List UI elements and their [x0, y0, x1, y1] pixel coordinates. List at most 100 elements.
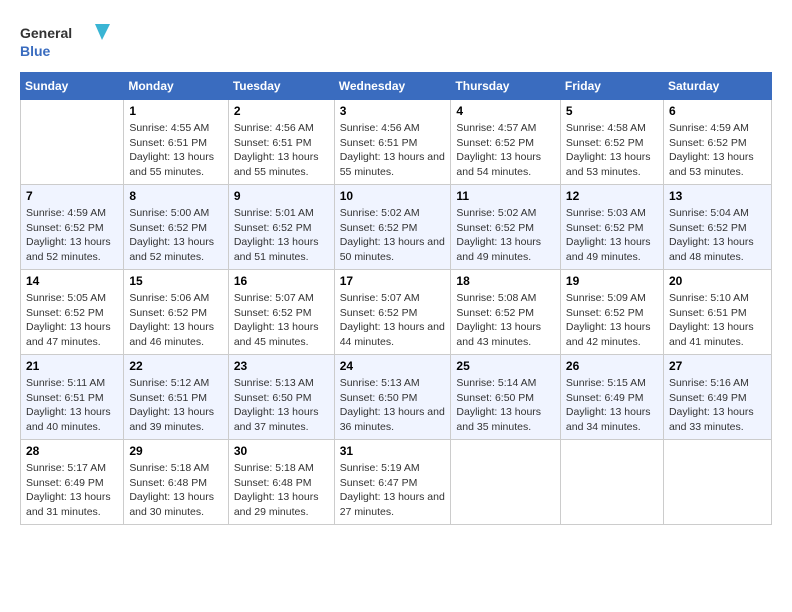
day-cell: 15 Sunrise: 5:06 AM Sunset: 6:52 PM Dayl…	[124, 270, 228, 355]
day-number: 15	[129, 274, 222, 288]
sunset: Sunset: 6:50 PM	[340, 392, 418, 404]
day-number: 31	[340, 444, 446, 458]
sunset: Sunset: 6:51 PM	[340, 137, 418, 149]
daylight: Daylight: 13 hours and 33 minutes.	[669, 406, 754, 433]
daylight: Daylight: 13 hours and 45 minutes.	[234, 321, 319, 348]
day-info: Sunrise: 5:16 AM Sunset: 6:49 PM Dayligh…	[669, 376, 766, 435]
sunset: Sunset: 6:49 PM	[26, 477, 104, 489]
sunset: Sunset: 6:50 PM	[456, 392, 534, 404]
day-cell: 10 Sunrise: 5:02 AM Sunset: 6:52 PM Dayl…	[334, 185, 451, 270]
day-cell: 27 Sunrise: 5:16 AM Sunset: 6:49 PM Dayl…	[663, 355, 771, 440]
day-info: Sunrise: 4:58 AM Sunset: 6:52 PM Dayligh…	[566, 121, 658, 180]
daylight: Daylight: 13 hours and 37 minutes.	[234, 406, 319, 433]
header-row: SundayMondayTuesdayWednesdayThursdayFrid…	[21, 73, 772, 100]
sunrise: Sunrise: 5:11 AM	[26, 377, 105, 389]
sunrise: Sunrise: 5:01 AM	[234, 207, 314, 219]
day-number: 12	[566, 189, 658, 203]
col-header-sunday: Sunday	[21, 73, 124, 100]
day-number: 17	[340, 274, 446, 288]
sunrise: Sunrise: 4:57 AM	[456, 122, 536, 134]
day-cell	[663, 440, 771, 525]
daylight: Daylight: 13 hours and 36 minutes.	[340, 406, 445, 433]
day-number: 7	[26, 189, 118, 203]
day-info: Sunrise: 5:01 AM Sunset: 6:52 PM Dayligh…	[234, 206, 329, 265]
day-cell: 2 Sunrise: 4:56 AM Sunset: 6:51 PM Dayli…	[228, 100, 334, 185]
day-info: Sunrise: 5:17 AM Sunset: 6:49 PM Dayligh…	[26, 461, 118, 520]
sunset: Sunset: 6:52 PM	[566, 222, 644, 234]
day-info: Sunrise: 5:18 AM Sunset: 6:48 PM Dayligh…	[234, 461, 329, 520]
daylight: Daylight: 13 hours and 51 minutes.	[234, 236, 319, 263]
sunset: Sunset: 6:49 PM	[669, 392, 747, 404]
sunrise: Sunrise: 5:02 AM	[456, 207, 536, 219]
sunrise: Sunrise: 5:13 AM	[340, 377, 420, 389]
day-number: 1	[129, 104, 222, 118]
day-info: Sunrise: 4:57 AM Sunset: 6:52 PM Dayligh…	[456, 121, 555, 180]
sunset: Sunset: 6:49 PM	[566, 392, 644, 404]
daylight: Daylight: 13 hours and 46 minutes.	[129, 321, 214, 348]
day-info: Sunrise: 5:15 AM Sunset: 6:49 PM Dayligh…	[566, 376, 658, 435]
sunrise: Sunrise: 5:12 AM	[129, 377, 209, 389]
daylight: Daylight: 13 hours and 43 minutes.	[456, 321, 541, 348]
sunrise: Sunrise: 5:16 AM	[669, 377, 749, 389]
calendar-table: SundayMondayTuesdayWednesdayThursdayFrid…	[20, 72, 772, 525]
day-cell: 30 Sunrise: 5:18 AM Sunset: 6:48 PM Dayl…	[228, 440, 334, 525]
day-info: Sunrise: 4:56 AM Sunset: 6:51 PM Dayligh…	[234, 121, 329, 180]
sunrise: Sunrise: 4:58 AM	[566, 122, 646, 134]
daylight: Daylight: 13 hours and 30 minutes.	[129, 491, 214, 518]
day-info: Sunrise: 5:07 AM Sunset: 6:52 PM Dayligh…	[340, 291, 446, 350]
day-cell: 11 Sunrise: 5:02 AM Sunset: 6:52 PM Dayl…	[451, 185, 561, 270]
day-info: Sunrise: 5:09 AM Sunset: 6:52 PM Dayligh…	[566, 291, 658, 350]
sunset: Sunset: 6:52 PM	[26, 307, 104, 319]
day-cell: 22 Sunrise: 5:12 AM Sunset: 6:51 PM Dayl…	[124, 355, 228, 440]
day-number: 8	[129, 189, 222, 203]
col-header-wednesday: Wednesday	[334, 73, 451, 100]
sunset: Sunset: 6:50 PM	[234, 392, 312, 404]
day-info: Sunrise: 5:13 AM Sunset: 6:50 PM Dayligh…	[340, 376, 446, 435]
day-number: 5	[566, 104, 658, 118]
sunrise: Sunrise: 5:02 AM	[340, 207, 420, 219]
day-cell: 12 Sunrise: 5:03 AM Sunset: 6:52 PM Dayl…	[560, 185, 663, 270]
day-cell: 20 Sunrise: 5:10 AM Sunset: 6:51 PM Dayl…	[663, 270, 771, 355]
day-info: Sunrise: 5:14 AM Sunset: 6:50 PM Dayligh…	[456, 376, 555, 435]
day-number: 13	[669, 189, 766, 203]
daylight: Daylight: 13 hours and 42 minutes.	[566, 321, 651, 348]
day-cell: 3 Sunrise: 4:56 AM Sunset: 6:51 PM Dayli…	[334, 100, 451, 185]
day-number: 6	[669, 104, 766, 118]
sunset: Sunset: 6:52 PM	[26, 222, 104, 234]
day-number: 28	[26, 444, 118, 458]
daylight: Daylight: 13 hours and 55 minutes.	[129, 151, 214, 178]
sunrise: Sunrise: 5:04 AM	[669, 207, 749, 219]
daylight: Daylight: 13 hours and 47 minutes.	[26, 321, 111, 348]
sunrise: Sunrise: 5:03 AM	[566, 207, 646, 219]
daylight: Daylight: 13 hours and 52 minutes.	[129, 236, 214, 263]
day-info: Sunrise: 5:03 AM Sunset: 6:52 PM Dayligh…	[566, 206, 658, 265]
day-cell: 13 Sunrise: 5:04 AM Sunset: 6:52 PM Dayl…	[663, 185, 771, 270]
day-info: Sunrise: 5:07 AM Sunset: 6:52 PM Dayligh…	[234, 291, 329, 350]
day-cell	[451, 440, 561, 525]
week-row-4: 21 Sunrise: 5:11 AM Sunset: 6:51 PM Dayl…	[21, 355, 772, 440]
day-info: Sunrise: 5:11 AM Sunset: 6:51 PM Dayligh…	[26, 376, 118, 435]
day-cell: 1 Sunrise: 4:55 AM Sunset: 6:51 PM Dayli…	[124, 100, 228, 185]
sunrise: Sunrise: 5:00 AM	[129, 207, 209, 219]
col-header-saturday: Saturday	[663, 73, 771, 100]
sunrise: Sunrise: 5:17 AM	[26, 462, 106, 474]
svg-text:Blue: Blue	[20, 43, 51, 59]
day-cell: 7 Sunrise: 4:59 AM Sunset: 6:52 PM Dayli…	[21, 185, 124, 270]
daylight: Daylight: 13 hours and 48 minutes.	[669, 236, 754, 263]
day-number: 11	[456, 189, 555, 203]
sunrise: Sunrise: 4:59 AM	[669, 122, 749, 134]
week-row-3: 14 Sunrise: 5:05 AM Sunset: 6:52 PM Dayl…	[21, 270, 772, 355]
day-number: 4	[456, 104, 555, 118]
day-cell: 6 Sunrise: 4:59 AM Sunset: 6:52 PM Dayli…	[663, 100, 771, 185]
day-number: 21	[26, 359, 118, 373]
daylight: Daylight: 13 hours and 31 minutes.	[26, 491, 111, 518]
sunrise: Sunrise: 5:07 AM	[234, 292, 314, 304]
day-cell: 31 Sunrise: 5:19 AM Sunset: 6:47 PM Dayl…	[334, 440, 451, 525]
day-cell	[560, 440, 663, 525]
sunrise: Sunrise: 4:59 AM	[26, 207, 106, 219]
day-info: Sunrise: 5:02 AM Sunset: 6:52 PM Dayligh…	[456, 206, 555, 265]
day-number: 29	[129, 444, 222, 458]
day-info: Sunrise: 4:56 AM Sunset: 6:51 PM Dayligh…	[340, 121, 446, 180]
week-row-2: 7 Sunrise: 4:59 AM Sunset: 6:52 PM Dayli…	[21, 185, 772, 270]
sunset: Sunset: 6:52 PM	[340, 307, 418, 319]
